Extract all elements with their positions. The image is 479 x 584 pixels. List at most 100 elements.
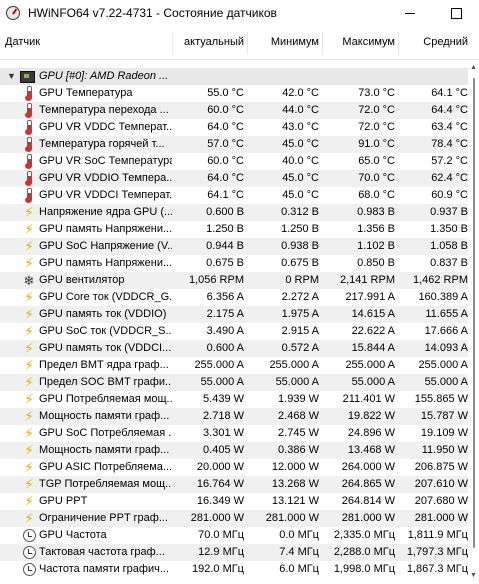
- maximize-button[interactable]: [433, 0, 479, 26]
- sensor-row[interactable]: ⚡ GPU Core ток (VDDCR_G... 6.356 A 2.272 A 2…: [0, 289, 468, 306]
- sensor-row[interactable]: GPU VR VDDIO Темпера... 64.0 °C 45.0 °C 70.…: [0, 170, 468, 187]
- max-value: 70.0 °C: [358, 172, 395, 184]
- current-value: 20.000 W: [196, 461, 244, 473]
- current-value: 64.0 °C: [207, 121, 244, 133]
- sensor-name: GPU SoC Потребляемая ...: [39, 427, 172, 439]
- min-value: 1.250 В: [281, 223, 319, 235]
- current-value: 64.0 °C: [207, 172, 244, 184]
- sensor-row[interactable]: GPU Частота 70.0 МГц 0.0 МГц 2,335.0 МГц 1,8…: [0, 527, 468, 544]
- clock-icon: [22, 562, 36, 577]
- min-value: 13.268 W: [271, 478, 319, 490]
- min-value: 281.000 W: [265, 512, 319, 524]
- sensor-name: Ограничение PPT граф...: [39, 512, 168, 524]
- sensor-row[interactable]: ⚡ Мощность памяти граф... 2.718 W 2.468 W 19…: [0, 408, 468, 425]
- min-value: 0.938 В: [281, 240, 319, 252]
- thermometer-icon: [22, 120, 36, 135]
- bolt-icon: ⚡: [24, 340, 34, 356]
- avg-value: 207.610 W: [414, 478, 468, 490]
- avg-value: 281.000 W: [414, 512, 468, 524]
- sensor-row[interactable]: ⚡ GPU ASIC Потребляема... 20.000 W 12.000 W…: [0, 459, 468, 476]
- current-value: 1.250 В: [206, 223, 244, 235]
- max-value: 24.896 W: [347, 427, 395, 439]
- avg-value: 155.865 W: [414, 393, 468, 405]
- scrollbar-thumb[interactable]: [473, 78, 475, 548]
- sensor-row[interactable]: Температура перехода ... 60.0 °C 44.0 °C 72…: [0, 102, 468, 119]
- sensor-name: GPU память Напряжени...: [39, 257, 172, 269]
- sensor-row[interactable]: ⚡ Предел BMT ядра граф... 255.000 A 255.000…: [0, 357, 468, 374]
- sensor-row[interactable]: ⚡ GPU SoC Потребляемая ... 3.301 W 2.745 W 2…: [0, 425, 468, 442]
- avg-value: 207.680 W: [414, 495, 468, 507]
- sensor-row[interactable]: ⚡ GPU память ток (VDDIO) 2.175 A 1.975 A 14.…: [0, 306, 468, 323]
- sensor-row[interactable]: ⚡ GPU SoC ток (VDDCR_S... 3.490 A 2.915 A 22…: [0, 323, 468, 340]
- max-value: 65.0 °C: [358, 155, 395, 167]
- sensor-name: Предел BMT ядра граф...: [39, 359, 169, 371]
- min-value: 2.745 W: [278, 427, 319, 439]
- sensor-row[interactable]: ⚡ Ограничение PPT граф... 281.000 W 281.000…: [0, 510, 468, 527]
- bolt-icon: ⚡: [24, 255, 34, 271]
- sensor-row[interactable]: ⚡ GPU PPT 16.349 W 13.121 W 264.814 W 207.680…: [0, 493, 468, 510]
- max-value: 73.0 °C: [358, 87, 395, 99]
- thermometer-icon: [22, 154, 36, 169]
- min-value: 44.0 °C: [282, 104, 319, 116]
- sensor-row[interactable]: ⚡ GPU память ток (VDDCI... 0.600 A 0.572 A 1…: [0, 340, 468, 357]
- avg-value: 1,462 RPM: [412, 274, 468, 286]
- avg-value: 78.4 °C: [431, 138, 468, 150]
- sensor-row[interactable]: GPU Температура 55.0 °C 42.0 °C 73.0 °C 64.1…: [0, 85, 468, 102]
- sensor-row[interactable]: ⚡ GPU память Напряжени... 0.675 В 0.675 В 0.…: [0, 255, 468, 272]
- bolt-icon: ⚡: [24, 323, 34, 339]
- column-min[interactable]: Минимум: [247, 26, 319, 59]
- current-value: 57.0 °C: [207, 138, 244, 150]
- sensor-row[interactable]: ⚡ Напряжение ядра GPU (... 0.600 В 0.312 В 0…: [0, 204, 468, 221]
- vertical-scrollbar[interactable]: ▲ ▼: [468, 60, 479, 584]
- sensor-row[interactable]: Тактовая частота граф... 12.9 МГц 7.4 МГц 2…: [0, 544, 468, 561]
- bolt-icon: ⚡: [24, 391, 34, 407]
- sensor-name: GPU Частота: [39, 529, 107, 541]
- max-value: 55.000 A: [351, 376, 395, 388]
- sensor-row[interactable]: GPU VR SoC Температура 60.0 °C 40.0 °C 65.0…: [0, 153, 468, 170]
- max-value: 264.000 W: [341, 461, 395, 473]
- column-sensor[interactable]: Датчик: [5, 26, 40, 59]
- sensor-row[interactable]: Температура горячей т... 57.0 °C 45.0 °C 91…: [0, 136, 468, 153]
- avg-value: 1,811.9 МГц: [407, 529, 468, 541]
- current-value: 5.439 W: [203, 393, 244, 405]
- max-value: 0.983 В: [357, 206, 395, 218]
- current-value: 6.356 A: [206, 291, 244, 303]
- sensor-name: GPU PPT: [39, 495, 88, 507]
- minimize-button[interactable]: [387, 0, 433, 26]
- column-max[interactable]: Максимум: [322, 26, 395, 59]
- max-value: 19.822 W: [347, 410, 395, 422]
- min-value: 1.975 A: [281, 308, 319, 320]
- sensor-row[interactable]: ⚡ GPU память Напряжени... 1.250 В 1.250 В 1.…: [0, 221, 468, 238]
- sensor-row[interactable]: ⚡ Мощность памяти граф... 0.405 W 0.386 W 13…: [0, 442, 468, 459]
- avg-value: 0.837 В: [430, 257, 468, 269]
- avg-value: 64.1 °C: [431, 87, 468, 99]
- min-value: 6.0 МГц: [279, 563, 319, 575]
- column-avg[interactable]: Средний: [398, 26, 468, 59]
- current-value: 0.405 W: [203, 444, 244, 456]
- scroll-down-arrow-icon[interactable]: ▼: [468, 570, 479, 582]
- current-value: 60.0 °C: [207, 155, 244, 167]
- max-value: 281.000 W: [341, 512, 395, 524]
- max-value: 15.844 A: [351, 342, 395, 354]
- min-value: 13.121 W: [271, 495, 319, 507]
- max-value: 2,288.0 МГц: [333, 546, 395, 558]
- sensor-row[interactable]: ⚡ GPU Потребляемая мощ... 5.439 W 1.939 W 21…: [0, 391, 468, 408]
- avg-value: 64.4 °C: [431, 104, 468, 116]
- gpu-group-row[interactable]: ▼ GPU [#0]: AMD Radeon ...: [0, 68, 468, 85]
- scroll-up-arrow-icon[interactable]: ▲: [468, 62, 479, 74]
- min-value: 43.0 °C: [282, 121, 319, 133]
- sensor-row[interactable]: ⚡ GPU SoC Напряжение (V... 0.944 В 0.938 В 1…: [0, 238, 468, 255]
- sensor-row[interactable]: GPU VR VDDC Температ... 64.0 °C 43.0 °C 72.…: [0, 119, 468, 136]
- sensor-row[interactable]: ❄ GPU вентилятор 1,056 RPM 0 RPM 2,141 RPM 1,…: [0, 272, 468, 289]
- sensor-row[interactable]: ⚡ TGP Потребляемая мощ... 16.764 W 13.268 W…: [0, 476, 468, 493]
- sensor-row[interactable]: GPU VR VDDCI Температ... 64.1 °C 45.0 °C 68…: [0, 187, 468, 204]
- sensor-row[interactable]: Частота памяти графич... 192.0 МГц 6.0 МГц…: [0, 561, 468, 578]
- avg-value: 11.655 A: [425, 308, 468, 320]
- bolt-icon: ⚡: [24, 306, 34, 322]
- collapse-chevron-icon[interactable]: ▼: [7, 68, 17, 85]
- hwinfo-app-icon[interactable]: [5, 5, 21, 21]
- column-current[interactable]: актуальный: [172, 26, 244, 59]
- min-value: 42.0 °C: [282, 87, 319, 99]
- sensor-row[interactable]: ⚡ Предел SOC BMT графи... 55.000 A 55.000 A…: [0, 374, 468, 391]
- sensor-name: Напряжение ядра GPU (...: [39, 206, 172, 218]
